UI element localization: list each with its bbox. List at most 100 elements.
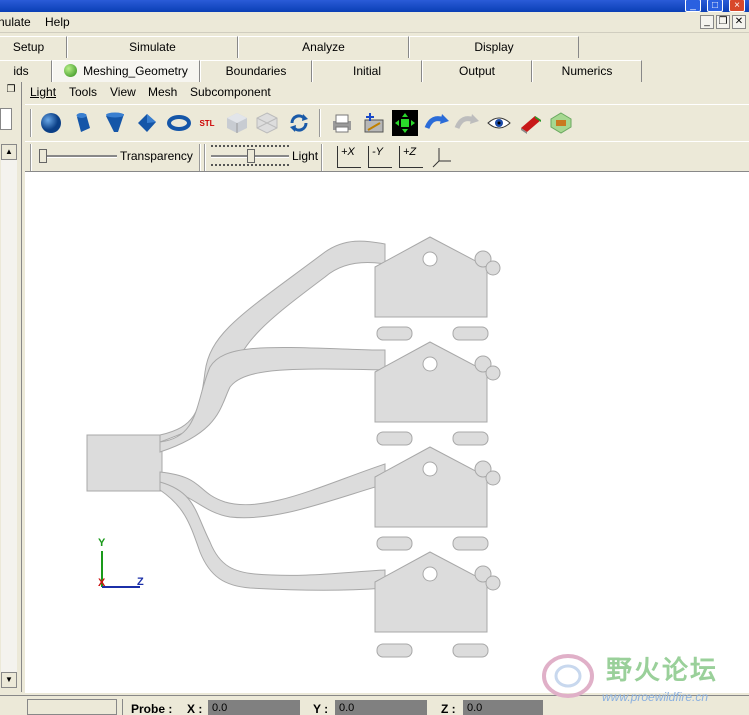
view-menubar: Light Tools View Mesh Subcomponent [25, 83, 749, 103]
tab-simulate[interactable]: Simulate [67, 36, 238, 58]
shaded-cube-icon[interactable] [223, 109, 251, 137]
toolbar-separator [319, 109, 321, 137]
probe-y-field: 0.0 [335, 700, 427, 715]
tab-initial[interactable]: Initial [312, 60, 422, 82]
watermark-url: www.proewildfire.cn [602, 690, 709, 704]
probe-x-field: 0.0 [208, 700, 300, 715]
print-icon[interactable] [328, 109, 356, 137]
tab-label: Initial [352, 64, 381, 78]
book-green-icon[interactable] [547, 109, 575, 137]
graphics-viewport[interactable]: Y X Z [25, 171, 749, 693]
toolbar-separator [204, 144, 206, 172]
toolbar-separator [199, 144, 201, 172]
view-plus-x-button[interactable]: +X [337, 146, 361, 168]
menu-simulate[interactable]: nulate [0, 15, 31, 29]
scroll-up-button[interactable]: ▲ [1, 144, 17, 160]
axis-triad: Y X Z [95, 537, 155, 597]
cylinder-icon[interactable] [69, 109, 97, 137]
tab-label: Analyze [302, 40, 345, 54]
eye-icon[interactable] [485, 109, 513, 137]
tab-analyze[interactable]: Analyze [238, 36, 409, 58]
tab-label: ids [13, 64, 29, 78]
mdi-minimize-icon[interactable]: _ [700, 15, 714, 29]
close-button[interactable]: × [729, 0, 745, 12]
runner-second [159, 346, 386, 453]
part-1 [374, 236, 501, 341]
menu-subcomponent[interactable]: Subcomponent [190, 85, 271, 99]
manifold-casting-model[interactable] [25, 172, 749, 694]
view-toolbar: Transparency Light +X -Y +Z [25, 141, 749, 172]
capture-icon[interactable] [360, 109, 388, 137]
inlet-block [86, 434, 163, 492]
view-plus-z-button[interactable]: +Z [399, 146, 423, 168]
wire-cube-icon[interactable] [253, 109, 281, 137]
probe-z-field: 0.0 [463, 700, 543, 715]
tab-label: Boundaries [225, 64, 287, 78]
stl-import-icon[interactable]: STL [193, 109, 221, 137]
menu-help[interactable]: Help [45, 15, 70, 29]
menu-view[interactable]: View [110, 85, 136, 99]
globe-icon [64, 64, 78, 77]
menu-mesh[interactable]: Mesh [148, 85, 177, 99]
menu-tools[interactable]: Tools [69, 85, 97, 99]
tab-setup[interactable]: Setup [0, 36, 67, 58]
minimize-button[interactable]: _ [685, 0, 701, 12]
light-slider-ticks [211, 164, 289, 168]
app-menubar: nulate Help _ ❐ ✕ [0, 12, 749, 33]
toolbar-separator [321, 144, 323, 172]
tab-output[interactable]: Output [422, 60, 532, 82]
watermark-logo [542, 654, 594, 698]
stl-label: STL [199, 118, 215, 128]
pane-input[interactable] [0, 108, 12, 130]
sphere-icon[interactable] [37, 109, 65, 137]
tab-label: Meshing_Geometry [83, 64, 188, 78]
tab-fluids[interactable]: ids [0, 60, 52, 82]
tab-label: Setup [12, 40, 45, 54]
runner-top [159, 240, 386, 443]
book-red-icon[interactable] [517, 109, 545, 137]
view-button-label: -Y [372, 146, 383, 158]
axis-y-label: Y [98, 537, 106, 549]
mdi-close-icon[interactable]: ✕ [732, 15, 746, 29]
watermark: 野火论坛 www.proewildfire.cn [540, 650, 745, 710]
window-title-bar: _ □ × [0, 0, 749, 12]
geometry-toolbar: STL [25, 104, 749, 140]
isometric-view-icon[interactable] [431, 146, 453, 168]
tab-label: Numerics [561, 64, 613, 78]
scroll-track[interactable] [1, 160, 17, 672]
light-label: Light [292, 149, 319, 163]
torus-icon[interactable] [165, 109, 193, 137]
block-icon[interactable] [133, 109, 161, 137]
tab-label: Simulate [129, 40, 176, 54]
toolbar-separator [30, 109, 32, 137]
probe-label: Probe : [131, 702, 173, 715]
main-tabs: Setup Simulate Analyze Display [0, 34, 749, 58]
probe-z-label: Z : [441, 702, 456, 715]
probe-y-label: Y : [313, 702, 329, 715]
part-3 [374, 446, 501, 551]
transparency-label: Transparency [120, 149, 193, 163]
tab-meshing-geometry[interactable]: Meshing_Geometry [52, 60, 200, 82]
maximize-button[interactable]: □ [707, 0, 723, 12]
tab-numerics[interactable]: Numerics [532, 60, 642, 82]
tab-display[interactable]: Display [409, 36, 579, 58]
pane-restore-icon[interactable]: ❐ [4, 84, 18, 96]
rotate-disabled-icon[interactable] [453, 109, 481, 137]
scroll-down-button[interactable]: ▼ [1, 672, 17, 688]
transparency-slider[interactable] [39, 155, 117, 158]
transparency-slider-thumb[interactable] [39, 149, 47, 163]
view-button-label: +X [341, 146, 355, 158]
status-message-field [27, 699, 117, 715]
tab-boundaries[interactable]: Boundaries [200, 60, 312, 82]
light-slider-thumb[interactable] [247, 149, 255, 163]
axis-x-label: X [98, 577, 106, 589]
fit-view-icon[interactable] [392, 110, 418, 136]
rotate-icon[interactable] [423, 109, 451, 137]
refresh-icon[interactable] [285, 109, 313, 137]
view-button-label: +Z [403, 146, 417, 158]
menu-light[interactable]: Light [30, 85, 56, 99]
cone-icon[interactable] [101, 109, 129, 137]
watermark-title: 野火论坛 [606, 655, 719, 685]
view-minus-y-button[interactable]: -Y [368, 146, 392, 168]
mdi-restore-icon[interactable]: ❐ [716, 15, 730, 29]
